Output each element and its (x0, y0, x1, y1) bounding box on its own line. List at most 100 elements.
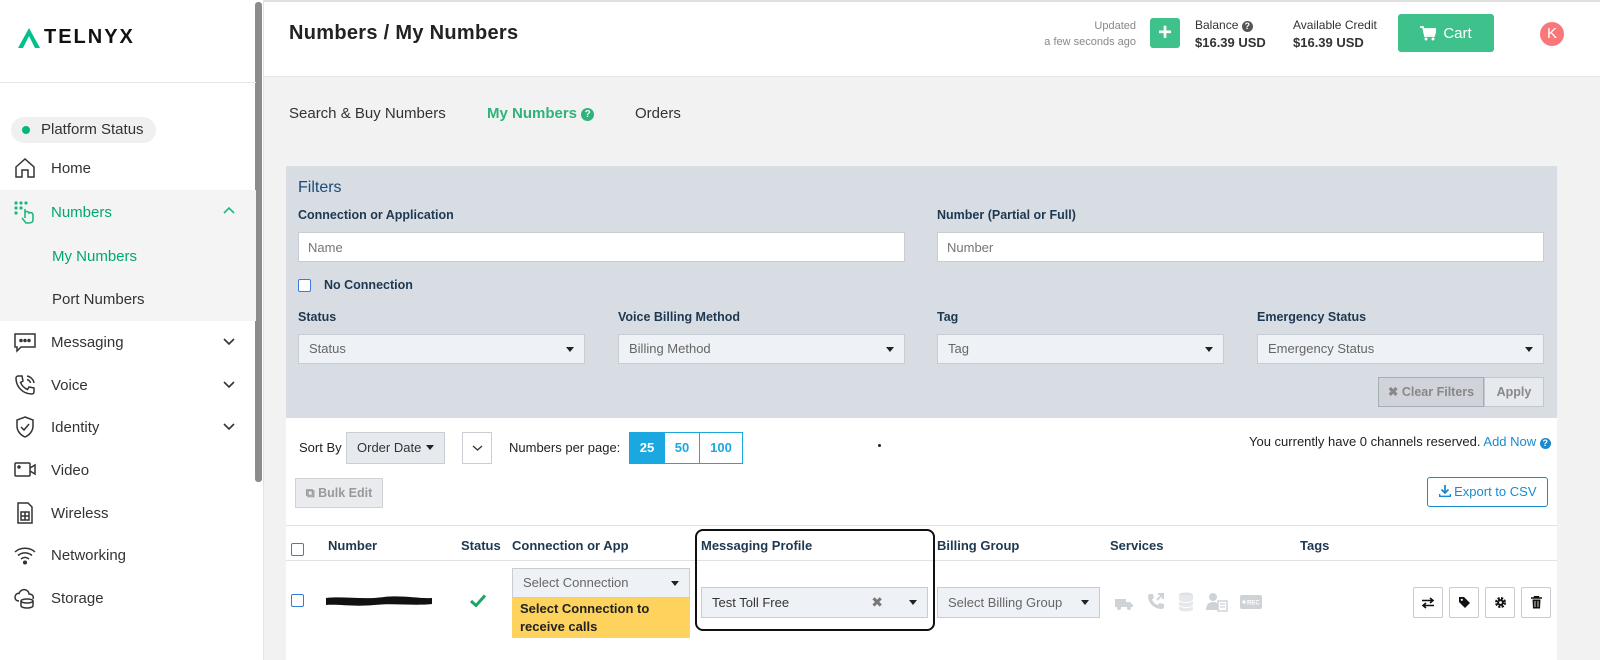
sort-by-select[interactable]: Order Date (346, 432, 445, 464)
sidebar-subitem-port-numbers[interactable]: Port Numbers (52, 291, 145, 308)
sidebar-item-storage[interactable]: Storage (0, 576, 256, 620)
logo-text: TELNYX (44, 26, 135, 48)
connection-filter-input[interactable] (298, 232, 905, 262)
delete-button[interactable] (1521, 587, 1551, 618)
recording-icon[interactable]: REC (1240, 595, 1262, 609)
select-all-checkbox[interactable] (291, 543, 304, 556)
help-icon[interactable]: ? (581, 108, 595, 121)
sidebar-item-home[interactable]: Home (0, 146, 256, 190)
select-value: Test Toll Free (712, 595, 790, 610)
avatar[interactable]: K (1540, 22, 1564, 46)
top-header: Numbers / My Numbers Updated a few secon… (264, 0, 1600, 76)
no-connection-checkbox[interactable] (298, 279, 311, 292)
caret-down-icon (1525, 347, 1533, 352)
home-icon (15, 157, 35, 178)
sidebar-item-video[interactable]: Video (0, 448, 256, 492)
settings-button[interactable] (1485, 587, 1515, 618)
phone-icon (15, 375, 35, 395)
select-value: Select Connection (523, 575, 629, 590)
column-header-number[interactable]: Number (328, 538, 377, 553)
per-page-50-button[interactable]: 50 (664, 432, 700, 464)
add-funds-button[interactable]: + (1150, 18, 1180, 48)
tab-search-buy[interactable]: Search & Buy Numbers (289, 105, 446, 122)
sidebar-item-networking[interactable]: Networking (0, 533, 256, 577)
balance-block: Balance ? $16.39 USD (1195, 16, 1266, 52)
chevron-down-icon (223, 338, 235, 346)
credit-block: Available Credit $16.39 USD (1293, 16, 1377, 52)
sidebar-item-identity[interactable]: Identity (0, 405, 256, 449)
connection-select[interactable]: Select Connection (512, 568, 690, 598)
sidebar-item-voice[interactable]: Voice (0, 363, 256, 407)
credit-value: $16.39 USD (1293, 35, 1364, 50)
status-dot-icon (22, 126, 30, 134)
apply-filters-button[interactable]: Apply (1484, 377, 1544, 407)
column-header-billing-group[interactable]: Billing Group (937, 538, 1019, 553)
caret-down-icon (426, 445, 434, 450)
select-value: Tag (948, 341, 969, 356)
billing-method-select[interactable]: Billing Method (618, 334, 905, 364)
sort-by-label: Sort By (299, 440, 342, 455)
column-header-connection[interactable]: Connection or App (512, 538, 629, 553)
cnam-listing-icon[interactable] (1206, 592, 1228, 612)
chevron-down-icon (223, 381, 235, 389)
per-page-100-button[interactable]: 100 (699, 432, 743, 464)
sort-direction-button[interactable] (462, 432, 492, 464)
sidebar-scrollbar[interactable] (255, 2, 262, 482)
tab-orders[interactable]: Orders (635, 105, 681, 122)
bulk-edit-button[interactable]: ⧉ Bulk Edit (295, 478, 383, 508)
caret-down-icon (886, 347, 894, 352)
billing-group-select[interactable]: Select Billing Group (937, 587, 1100, 618)
select-value: Emergency Status (1268, 341, 1375, 356)
cloud-storage-icon (14, 588, 34, 609)
sidebar-item-messaging[interactable]: Messaging (0, 320, 256, 364)
status-filter-select[interactable]: Status (298, 334, 585, 364)
tag-button[interactable] (1449, 587, 1479, 618)
messaging-profile-select[interactable]: Test Toll Free ✖ (701, 587, 928, 618)
call-forward-icon[interactable] (1146, 592, 1166, 612)
video-icon (14, 462, 36, 477)
balance-value: $16.39 USD (1195, 35, 1266, 50)
cart-button[interactable]: Cart (1398, 14, 1494, 52)
tag-filter-select[interactable]: Tag (937, 334, 1224, 364)
select-value: Status (309, 341, 346, 356)
caret-down-icon (671, 581, 679, 586)
fax-icon[interactable] (1114, 593, 1134, 611)
updated-status: Updated a few seconds ago (1044, 18, 1136, 50)
sidebar-item-label: Storage (51, 589, 104, 607)
credit-label: Available Credit (1293, 18, 1377, 32)
tab-my-numbers[interactable]: My Numbers ? (487, 105, 595, 122)
clear-filters-label: Clear Filters (1401, 385, 1475, 399)
billing-method-label: Voice Billing Method (618, 310, 740, 324)
clear-selection-icon[interactable]: ✖ (871, 588, 883, 617)
platform-status-pill[interactable]: Platform Status (11, 117, 156, 143)
column-header-tags[interactable]: Tags (1300, 538, 1329, 553)
add-now-link[interactable]: Add Now (1483, 434, 1536, 449)
help-icon[interactable]: ? (1241, 21, 1253, 32)
column-header-services[interactable]: Services (1110, 538, 1164, 553)
numbers-table-area: Sort By Order Date Numbers per page: 25 … (286, 418, 1557, 660)
balance-label: Balance (1195, 18, 1239, 32)
row-checkbox[interactable] (291, 594, 304, 607)
tag-icon (1458, 597, 1470, 608)
per-page-25-button[interactable]: 25 (629, 432, 665, 464)
number-filter-input[interactable] (937, 232, 1544, 262)
close-icon: ✖ (1387, 385, 1399, 399)
database-icon[interactable] (1178, 592, 1194, 612)
updated-label: Updated (1094, 20, 1136, 32)
column-header-status[interactable]: Status (461, 538, 501, 553)
transfer-button[interactable] (1413, 587, 1443, 618)
sidebar-subitem-my-numbers[interactable]: My Numbers (52, 248, 137, 265)
select-value: Select Billing Group (948, 595, 1063, 610)
services-icons: REC (1114, 592, 1262, 612)
export-csv-button[interactable]: Export to CSV (1427, 477, 1548, 507)
redacted-number[interactable] (324, 594, 434, 608)
updated-value: a few seconds ago (1044, 36, 1136, 48)
sidebar-item-wireless[interactable]: Wireless (0, 491, 256, 535)
help-icon[interactable]: ? (1539, 438, 1551, 449)
telnyx-logo[interactable]: TELNYX (18, 26, 135, 49)
sidebar-item-numbers[interactable]: Numbers (0, 190, 256, 234)
emergency-status-select[interactable]: Emergency Status (1257, 334, 1544, 364)
clear-filters-button[interactable]: ✖ Clear Filters (1378, 377, 1484, 407)
shield-icon (16, 416, 34, 438)
caret-down-icon (566, 347, 574, 352)
